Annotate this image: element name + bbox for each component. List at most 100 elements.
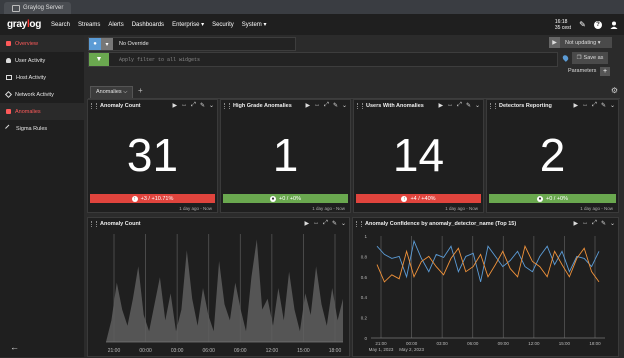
drag-handle-icon[interactable] [91,102,97,109]
expand-icon[interactable]: ↔ [314,102,320,109]
fullscreen-icon[interactable]: ⤢ [191,102,196,109]
help-icon[interactable]: ? [594,20,602,29]
sidebar-item-network-activity[interactable]: Network Activity [0,86,84,103]
y-tick-label: 0.2 [361,316,368,321]
sidebar-item-host-activity[interactable]: Host Activity [0,69,84,86]
fullscreen-icon[interactable]: ⤢ [592,102,597,109]
override-select[interactable]: No Override [119,41,149,47]
chevron-down-icon[interactable]: ⌄ [209,102,214,109]
chevron-down-icon[interactable]: ⌄ [610,220,615,227]
filter-apply-button[interactable]: ▼ [89,53,109,66]
drag-handle-icon[interactable] [357,102,363,109]
expand-icon[interactable]: ↔ [582,102,588,109]
user-icon [6,58,11,63]
time-range: 1 day ago - Now [312,206,345,211]
filter-bar: ▼ Apply filter to all widgets [88,52,558,67]
edit-icon[interactable]: ✎ [466,102,471,109]
expand-icon[interactable]: ↔ [447,102,453,109]
save-as-button[interactable]: ❐ Save as [572,52,608,64]
tab-anomalies[interactable]: Anomalies ⌵ [90,86,134,98]
play-icon[interactable]: ▶ [439,102,444,109]
edit-icon[interactable]: ✎ [601,102,606,109]
browser-tab-title: Graylog Server [23,5,64,11]
x-tick-label: 03:00 [437,341,449,346]
metric-value: 1 [272,129,299,181]
x-tick-label: 15:00 [297,348,310,354]
nav-enterprise[interactable]: Enterprise ▾ [172,21,204,28]
expand-icon[interactable]: ↔ [582,220,588,227]
folder-icon [12,4,20,12]
user-icon[interactable] [609,20,618,29]
browser-bar: Graylog Server [0,0,624,14]
graylog-logo[interactable]: graylog [7,19,43,30]
sidebar-item-sigma-rules[interactable]: Sigma Rules [0,120,84,137]
drag-handle-icon[interactable] [490,102,496,109]
browser-tab[interactable]: Graylog Server [4,2,72,14]
chevron-down-icon[interactable]: ⌄ [475,102,480,109]
y-tick-label: 0.6 [361,275,368,280]
gear-icon[interactable]: ⚙ [611,86,618,95]
play-icon[interactable]: ▶ [574,102,579,109]
x-tick-label: 18:00 [329,348,342,354]
trend-arrow-icon: ↑ [131,195,138,202]
top-navigation: graylog Search Streams Alerts Dashboards… [0,14,624,35]
network-icon [4,90,13,99]
dropdown-icon[interactable]: ▾ [101,38,113,50]
play-icon[interactable]: ▶ [306,102,311,109]
chevron-down-icon[interactable]: ⌄ [341,220,346,227]
fullscreen-icon[interactable]: ⤢ [592,220,597,227]
drag-handle-icon[interactable] [356,220,362,227]
area-series [106,239,343,342]
play-icon[interactable]: ▶ [574,220,579,227]
edit-icon[interactable]: ✎ [200,102,205,109]
x-tick-label: 21:00 [108,348,121,354]
filter-input[interactable]: Apply filter to all widgets [119,57,200,63]
series-line-1 [376,244,600,283]
x-tick-label: 15:00 [559,341,571,346]
edit-icon[interactable]: ✎ [333,102,338,109]
main-content: ● ▾ No Override ▶ Not updating ▾ ▼ Apply… [84,35,624,357]
time-range: 1 day ago - Now [445,206,478,211]
edit-icon[interactable]: ✎ [601,220,606,227]
play-icon[interactable]: ▶ [173,102,178,109]
trend-neutral-icon: ● [536,195,543,202]
widget-high-grade-anomalies: High Grade Anomalies ▶ ↔ ⤢ ✎ ⌄ 1 ● +0 / +0% 1… [220,99,351,213]
parameters-label: Parameters [568,68,597,74]
chevron-down-icon[interactable]: ⌄ [342,102,347,109]
chevron-down-icon[interactable]: ⌄ [610,102,615,109]
play-icon[interactable]: ▶ [549,37,560,48]
refresh-control[interactable]: ▶ Not updating ▾ [549,37,612,48]
expand-icon[interactable]: ↔ [181,102,187,109]
fullscreen-icon[interactable]: ⤢ [323,220,328,227]
nav-dashboards[interactable]: Dashboards [132,22,164,28]
y-tick-label: 0.8 [361,254,368,259]
nav-system[interactable]: System ▾ [242,21,267,28]
x-tick-label: 00:00 [406,341,418,346]
add-tab-button[interactable]: + [138,86,143,95]
fullscreen-icon[interactable]: ⤢ [324,102,329,109]
trend-indicator: ● +0 / +0% [489,194,616,203]
nav-security[interactable]: Security [212,22,234,28]
fullscreen-icon[interactable]: ⤢ [457,102,462,109]
edit-icon[interactable]: ✎ [578,20,587,29]
sidebar-item-user-activity[interactable]: User Activity [0,52,84,69]
edit-icon[interactable]: ✎ [332,220,337,227]
nav-alerts[interactable]: Alerts [108,22,123,28]
add-parameter-button[interactable]: + [600,67,610,76]
pin-icon[interactable] [561,54,570,62]
sidebar-item-overview[interactable]: Overview [0,35,84,52]
nav-search[interactable]: Search [51,22,70,28]
drag-handle-icon[interactable] [224,102,230,109]
trend-indicator: ● +0 / +0% [223,194,348,203]
dashboard-tabs: Anomalies ⌵ + ⚙ [88,85,620,99]
nav-streams[interactable]: Streams [78,22,100,28]
info-icon[interactable]: ● [89,38,101,50]
sidebar-item-anomalies[interactable]: Anomalies [0,103,84,120]
play-icon[interactable]: ▶ [305,220,310,227]
widget-anomaly-count: Anomaly Count ▶ ↔ ⤢ ✎ ⌄ 31 ↑ +3 / +10.71% 1 d… [87,99,218,213]
y-tick-label: 0.4 [361,295,368,300]
expand-icon[interactable]: ↔ [313,220,319,227]
drag-handle-icon[interactable] [91,220,97,227]
collapse-sidebar-icon[interactable]: ← [10,342,19,352]
anomaly-count-chart: 21:00 00:00 03:00 06:00 09:00 12:00 15:00 18:00 [106,234,343,354]
